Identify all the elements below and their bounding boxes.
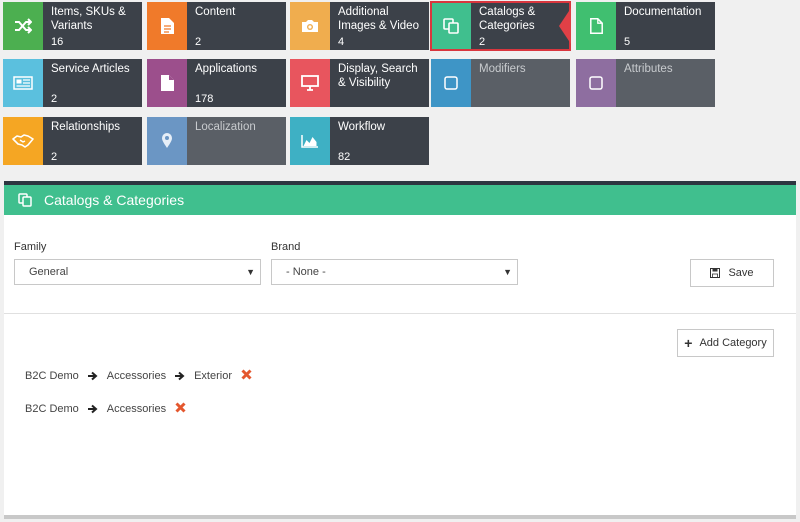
tile-body: Service Articles 2	[43, 59, 142, 107]
panel-header: Catalogs & Categories	[4, 185, 796, 215]
tile-attributes[interactable]: Attributes	[576, 59, 715, 107]
add-category-button[interactable]: + Add Category	[677, 329, 774, 357]
tile-label: Modifiers	[479, 63, 526, 75]
arrow-right-icon	[87, 404, 98, 414]
family-value: General	[29, 266, 69, 278]
delete-icon[interactable]	[175, 401, 186, 416]
arrow-right-icon	[175, 371, 185, 381]
checkbox-icon	[576, 59, 616, 107]
tile-body: Applications 178	[187, 59, 286, 107]
tile-documentation[interactable]: Documentation 5	[576, 2, 715, 50]
dropdown-caret-icon: ▼	[503, 267, 512, 277]
brand-label: Brand	[271, 241, 301, 253]
tile-body: Additional Images & Video 4	[330, 2, 429, 50]
divider	[4, 313, 796, 314]
tile-count: 4	[338, 36, 345, 48]
tile-label: Service Articles	[51, 63, 130, 75]
document-icon	[147, 2, 187, 50]
file-icon	[576, 2, 616, 50]
tile-display-search-visibility[interactable]: Display, Search & Visibility	[290, 59, 429, 107]
tile-count: 16	[51, 36, 64, 48]
tile-body: Catalogs & Categories 2	[471, 2, 570, 50]
tile-count: 5	[624, 36, 631, 48]
handshake-icon	[3, 117, 43, 165]
tile-label: Workflow	[338, 121, 386, 133]
camera-icon	[290, 2, 330, 50]
map-pin-icon	[147, 117, 187, 165]
tile-label: Content	[195, 6, 236, 18]
tile-count: 178	[195, 93, 214, 105]
family-field: Family General ▼	[14, 241, 261, 285]
monitor-icon	[290, 59, 330, 107]
family-select[interactable]: General ▼	[14, 259, 261, 285]
tile-catalogs-categories[interactable]: Catalogs & Categories 2	[430, 1, 571, 51]
tile-label: Applications	[195, 63, 258, 75]
tile-label: Items, SKUs & Variants	[51, 6, 126, 32]
tile-count: 82	[338, 151, 351, 163]
arrow-right-icon	[87, 371, 98, 381]
shuffle-icon	[3, 2, 43, 50]
brand-field: Brand - None - ▼	[271, 241, 518, 285]
form-row: Family General ▼ Brand - None - ▼ Save	[14, 241, 774, 287]
section-tiles: Items, SKUs & Variants 16 Content 2 Addition…	[0, 0, 800, 170]
tile-count: 2	[479, 36, 486, 48]
tile-count: 2	[51, 93, 58, 105]
tile-applications[interactable]: Applications 178	[147, 59, 286, 107]
tile-label: Additional Images & Video	[338, 6, 419, 32]
path-segment: Exterior	[194, 369, 232, 382]
tile-body: Localization	[187, 117, 286, 165]
newspaper-icon	[3, 59, 43, 107]
family-label: Family	[14, 241, 47, 253]
tile-body: Workflow 82	[330, 117, 429, 165]
tile-label: Localization	[195, 121, 256, 133]
save-button[interactable]: Save	[690, 259, 774, 287]
tile-relationships[interactable]: Relationships 2	[3, 117, 142, 165]
tile-additional-images-video[interactable]: Additional Images & Video 4	[290, 2, 429, 50]
path-segment: B2C Demo	[25, 402, 79, 415]
catalogs-panel: Catalogs & Categories Family General ▼ B…	[4, 181, 796, 517]
tile-body: Documentation 5	[616, 2, 715, 50]
add-category-label: Add Category	[699, 337, 767, 349]
copy-icon	[431, 2, 471, 50]
category-path: B2C Demo Accessories Exterior	[25, 368, 252, 383]
brand-value: - None -	[286, 266, 326, 278]
save-icon	[710, 268, 721, 278]
tile-body: Display, Search & Visibility	[330, 59, 429, 107]
category-path: B2C Demo Accessories	[25, 401, 186, 416]
tile-body: Attributes	[616, 59, 715, 107]
path-segment: Accessories	[106, 402, 167, 415]
path-segment: B2C Demo	[25, 369, 79, 382]
file-solid-icon	[147, 59, 187, 107]
tile-label: Display, Search & Visibility	[338, 63, 418, 89]
tile-label: Relationships	[51, 121, 121, 133]
tile-modifiers[interactable]: Modifiers	[431, 59, 570, 107]
tile-body: Items, SKUs & Variants 16	[43, 2, 142, 50]
tile-items-skus-variants[interactable]: Items, SKUs & Variants 16	[3, 2, 142, 50]
tile-body: Content 2	[187, 2, 286, 50]
save-label: Save	[728, 267, 754, 279]
copy-icon	[18, 193, 32, 207]
tile-label: Documentation	[624, 6, 702, 18]
panel-title: Catalogs & Categories	[44, 192, 185, 208]
delete-icon[interactable]	[241, 368, 252, 383]
tile-count: 2	[195, 36, 202, 48]
tile-localization[interactable]: Localization	[147, 117, 286, 165]
tile-service-articles[interactable]: Service Articles 2	[3, 59, 142, 107]
dropdown-caret-icon: ▼	[246, 267, 255, 277]
tile-workflow[interactable]: Workflow 82	[290, 117, 429, 165]
tile-body: Relationships 2	[43, 117, 142, 165]
checkbox-icon	[431, 59, 471, 107]
bottom-border	[4, 515, 796, 519]
tile-body: Modifiers	[471, 59, 570, 107]
area-chart-icon	[290, 117, 330, 165]
plus-icon: +	[684, 335, 693, 351]
tile-content[interactable]: Content 2	[147, 2, 286, 50]
path-segment: Accessories	[106, 369, 167, 382]
tile-count: 2	[51, 151, 58, 163]
brand-select[interactable]: - None - ▼	[271, 259, 518, 285]
tile-label: Attributes	[624, 63, 673, 75]
tile-label: Catalogs & Categories	[479, 6, 536, 32]
